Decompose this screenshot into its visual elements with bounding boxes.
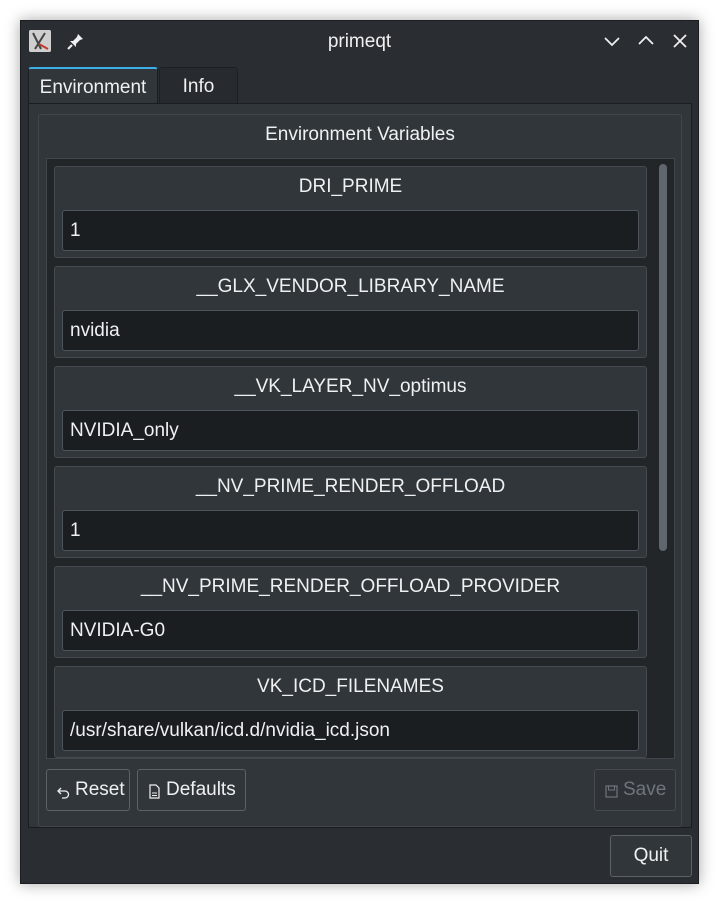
var-group-vk-layer: __VK_LAYER_NV_optimus <box>54 366 647 458</box>
var-group-render-offload-provider: __NV_PRIME_RENDER_OFFLOAD_PROVIDER <box>54 566 647 658</box>
var-value-input[interactable] <box>62 310 639 351</box>
var-value-input[interactable] <box>62 710 639 751</box>
defaults-button[interactable]: Defaults <box>137 769 246 811</box>
scrollbar-thumb[interactable] <box>659 164 667 551</box>
tab-environment[interactable]: Environment <box>28 67 158 103</box>
var-value-input[interactable] <box>62 610 639 651</box>
minimize-icon[interactable] <box>600 29 624 53</box>
vertical-scrollbar[interactable] <box>659 164 667 754</box>
save-button[interactable]: Save <box>594 769 676 811</box>
var-name: DRI_PRIME <box>298 176 403 197</box>
save-label: Save <box>623 779 667 800</box>
var-value-input[interactable] <box>62 510 639 551</box>
var-name: __NV_PRIME_RENDER_OFFLOAD <box>195 476 506 497</box>
var-group-glx-vendor: __GLX_VENDOR_LIBRARY_NAME <box>54 266 647 358</box>
close-icon[interactable] <box>668 29 692 53</box>
document-icon <box>148 783 161 799</box>
reset-button[interactable]: Reset <box>46 769 130 811</box>
quit-button[interactable]: Quit <box>610 835 692 877</box>
reset-label: Reset <box>75 779 125 800</box>
maximize-icon[interactable] <box>634 29 658 53</box>
undo-icon <box>57 783 70 799</box>
var-name: __GLX_VENDOR_LIBRARY_NAME <box>196 276 505 297</box>
var-group-render-offload: __NV_PRIME_RENDER_OFFLOAD <box>54 466 647 558</box>
defaults-label: Defaults <box>166 779 236 800</box>
var-name: VK_ICD_FILENAMES <box>257 676 444 697</box>
variables-scroll-area[interactable]: DRI_PRIME __GLX_VENDOR_LIBRARY_NAME __VK… <box>46 158 675 759</box>
floppy-icon <box>605 783 618 798</box>
var-name: __VK_LAYER_NV_optimus <box>234 376 467 397</box>
tab-info[interactable]: Info <box>159 67 238 103</box>
var-group-vk-icd-filenames: VK_ICD_FILENAMES <box>54 666 647 758</box>
environment-tab-panel: Environment Variables DRI_PRIME __GLX_VE… <box>28 103 692 828</box>
window-title: primeqt <box>327 31 392 52</box>
title-bar[interactable]: primeqt <box>21 21 698 61</box>
group-title: Environment Variables <box>265 124 455 145</box>
var-value-input[interactable] <box>62 210 639 251</box>
var-group-dri-prime: DRI_PRIME <box>54 166 647 258</box>
main-window: primeqt Environment Info Environment Var… <box>20 20 699 884</box>
var-value-input[interactable] <box>62 410 639 451</box>
environment-variables-group: Environment Variables DRI_PRIME __GLX_VE… <box>38 114 682 827</box>
var-name: __NV_PRIME_RENDER_OFFLOAD_PROVIDER <box>140 576 561 597</box>
